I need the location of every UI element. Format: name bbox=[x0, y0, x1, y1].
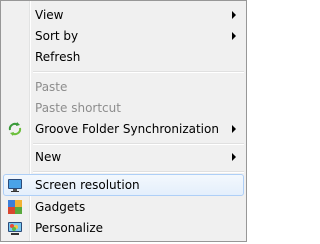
menu-item-label: Sort by bbox=[35, 29, 79, 43]
menu-item-label: Paste shortcut bbox=[35, 101, 121, 115]
menu-item-new[interactable]: New bbox=[3, 146, 244, 168]
menu-item-label: Screen resolution bbox=[35, 178, 140, 192]
menu-separator bbox=[33, 71, 244, 73]
groove-sync-icon bbox=[8, 122, 22, 136]
submenu-arrow-icon bbox=[232, 125, 236, 133]
menu-item-screen-resolution[interactable]: Screen resolution bbox=[3, 174, 244, 196]
menu-item-label: View bbox=[35, 8, 64, 22]
menu-item-personalize[interactable]: Personalize bbox=[3, 217, 244, 239]
submenu-arrow-icon bbox=[232, 11, 236, 19]
desktop-context-menu: View Sort by Refresh Paste Paste shortcu… bbox=[0, 0, 247, 242]
menu-item-label: Gadgets bbox=[35, 200, 86, 214]
menu-item-gadgets[interactable]: Gadgets bbox=[3, 196, 244, 218]
menu-item-view[interactable]: View bbox=[3, 4, 244, 26]
personalize-icon bbox=[8, 222, 22, 235]
gadgets-icon bbox=[8, 200, 22, 214]
menu-item-paste-shortcut: Paste shortcut bbox=[3, 97, 244, 119]
menu-item-label: Paste bbox=[35, 80, 68, 94]
menu-item-paste: Paste bbox=[3, 76, 244, 98]
menu-item-label: Refresh bbox=[35, 50, 81, 64]
menu-separator bbox=[33, 143, 244, 145]
menu-item-label: Groove Folder Synchronization bbox=[35, 122, 219, 136]
submenu-arrow-icon bbox=[232, 153, 236, 161]
menu-item-refresh[interactable]: Refresh bbox=[3, 46, 244, 68]
menu-item-groove-folder-sync[interactable]: Groove Folder Synchronization bbox=[3, 118, 244, 140]
menu-item-label: Personalize bbox=[35, 221, 104, 235]
menu-separator bbox=[33, 171, 244, 173]
menu-item-sort-by[interactable]: Sort by bbox=[3, 25, 244, 47]
submenu-arrow-icon bbox=[232, 32, 236, 40]
monitor-icon bbox=[8, 179, 22, 192]
menu-item-label: New bbox=[35, 150, 62, 164]
